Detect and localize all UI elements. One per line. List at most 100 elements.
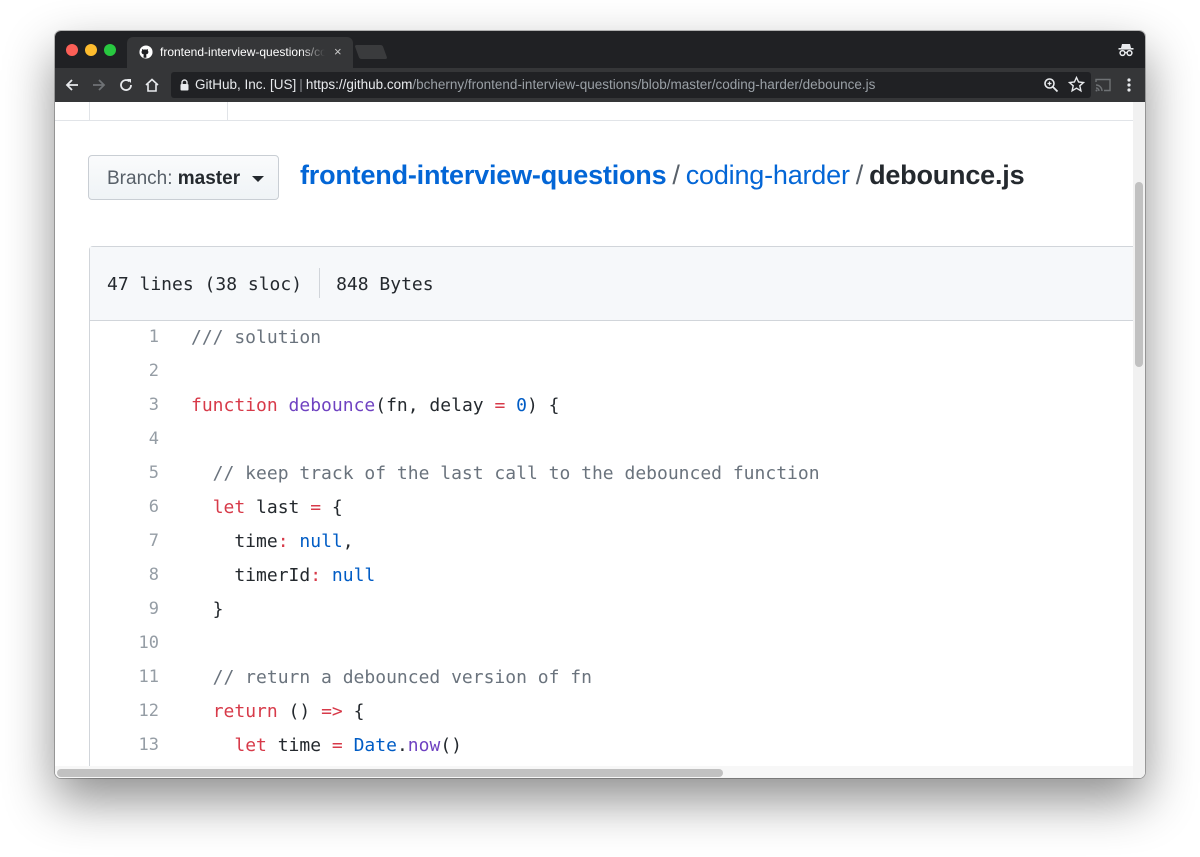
code-line: 7 time: null, [90, 525, 1133, 559]
code-token: return [212, 701, 278, 722]
code-token: 0 [516, 395, 527, 416]
address-separator: | [299, 77, 303, 92]
vertical-scrollbar-thumb[interactable] [1135, 182, 1143, 367]
line-code: return () => { [191, 701, 365, 722]
code-token: let [212, 497, 246, 518]
code-token: /// solution [191, 327, 322, 348]
browser-tab-active[interactable]: frontend-interview-questions/coding-hard… [127, 37, 353, 68]
new-tab-button[interactable] [354, 45, 388, 59]
line-number[interactable]: 4 [90, 429, 159, 449]
code-token: => [321, 701, 343, 722]
chevron-down-icon [252, 176, 264, 182]
code-token: { [342, 701, 365, 722]
code-token: function [191, 395, 278, 416]
back-arrow-icon[interactable] [64, 77, 80, 93]
line-number[interactable]: 7 [90, 531, 159, 551]
breadcrumb-folder-link[interactable]: coding-harder [686, 160, 850, 190]
line-code: function debounce(fn, delay = 0) { [191, 395, 560, 416]
code-token: // return a debounced version of fn [191, 667, 592, 688]
star-icon[interactable] [1068, 76, 1085, 93]
incognito-icon [1118, 44, 1134, 57]
tab-strip: frontend-interview-questions/coding-hard… [55, 31, 1145, 68]
breadcrumb-repo-link[interactable]: frontend-interview-questions [300, 160, 667, 190]
code-token: { [321, 497, 343, 518]
code-line: 2 [90, 355, 1133, 389]
code-token: , [342, 531, 354, 552]
line-number[interactable]: 13 [90, 735, 159, 755]
file-line-count: 47 lines (38 sloc) [107, 274, 303, 295]
code-line: 6 let last = { [90, 491, 1133, 525]
menu-dots-icon[interactable] [1122, 76, 1136, 94]
line-number[interactable]: 5 [90, 463, 159, 483]
branch-label: Branch: master [107, 168, 240, 190]
code-token: () [440, 735, 462, 756]
address-bar-text: GitHub, Inc. [US] | https://github.com/bch… [195, 77, 875, 92]
breadcrumb: frontend-interview-questions / coding-hard… [300, 160, 1025, 191]
zoom-icon[interactable] [1043, 77, 1059, 93]
window-minimize-button[interactable] [85, 44, 97, 56]
line-code: time: null, [191, 531, 354, 552]
code-line: 1 /// solution [90, 321, 1133, 355]
code-token: null [299, 531, 343, 552]
code-token: now [407, 735, 441, 756]
url-path: /bcherny/frontend-interview-questions/bl… [412, 77, 876, 92]
breadcrumb-separator: / [855, 160, 864, 190]
code-token: (fn, delay [375, 395, 495, 416]
code-line: 13 let time = Date.now() [90, 729, 1133, 763]
line-number[interactable]: 2 [90, 361, 159, 381]
line-number[interactable]: 6 [90, 497, 159, 517]
code-line: 4 [90, 423, 1133, 457]
cast-icon[interactable] [1095, 78, 1111, 92]
horizontal-scrollbar-thumb[interactable] [57, 769, 723, 777]
window-maximize-button[interactable] [104, 44, 116, 56]
repo-nav-tab-active[interactable] [89, 102, 228, 120]
line-number[interactable]: 11 [90, 667, 159, 687]
code-token: time [266, 735, 332, 756]
code-line: 5 // keep track of the last call to the … [90, 457, 1133, 491]
breadcrumb-separator: / [672, 160, 680, 190]
window-close-button[interactable] [66, 44, 78, 56]
forward-arrow-icon[interactable] [91, 77, 107, 93]
page-content: Branch: master frontend-interview-questi… [55, 102, 1145, 778]
code-line: 11 // return a debounced version of fn [90, 661, 1133, 695]
reload-icon[interactable] [118, 77, 134, 93]
tab-close-icon[interactable]: × [334, 44, 342, 60]
line-number[interactable]: 12 [90, 701, 159, 721]
line-code: // return a debounced version of fn [191, 667, 592, 688]
line-code: let last = { [191, 497, 343, 518]
line-code: timerId: null [191, 565, 375, 586]
code-token: Date [353, 735, 397, 756]
branch-prefix: Branch: [107, 168, 173, 189]
line-number[interactable]: 3 [90, 395, 159, 415]
repo-nav-tabs [55, 102, 1133, 121]
code-token: . [396, 735, 408, 756]
file-header: 47 lines (38 sloc) 848 Bytes [90, 247, 1133, 321]
file-info: 47 lines (38 sloc) 848 Bytes [107, 268, 434, 300]
site-identity: GitHub, Inc. [US] [195, 77, 297, 92]
line-code: let time = Date.now() [191, 735, 462, 756]
address-bar[interactable]: GitHub, Inc. [US] | https://github.com/bch… [171, 72, 1091, 98]
line-code: } [191, 599, 224, 620]
branch-select-button[interactable]: Branch: master [88, 155, 279, 200]
file-info-divider [319, 268, 321, 298]
github-favicon-icon [139, 45, 153, 59]
line-code: /// solution [191, 327, 321, 348]
line-number[interactable]: 9 [90, 599, 159, 619]
code-token: timerId [191, 565, 311, 586]
line-number[interactable]: 8 [90, 565, 159, 585]
line-number[interactable]: 10 [90, 633, 159, 653]
code-line: 9 } [90, 593, 1133, 627]
code-line: 8 timerId: null [90, 559, 1133, 593]
line-number[interactable]: 1 [90, 327, 159, 347]
code-token: last [245, 497, 311, 518]
breadcrumb-file-name: debounce.js [869, 160, 1025, 190]
tab-title: frontend-interview-questions/coding-hard… [160, 45, 325, 59]
line-code: // keep track of the last call to the de… [191, 463, 820, 484]
home-icon[interactable] [144, 77, 160, 93]
